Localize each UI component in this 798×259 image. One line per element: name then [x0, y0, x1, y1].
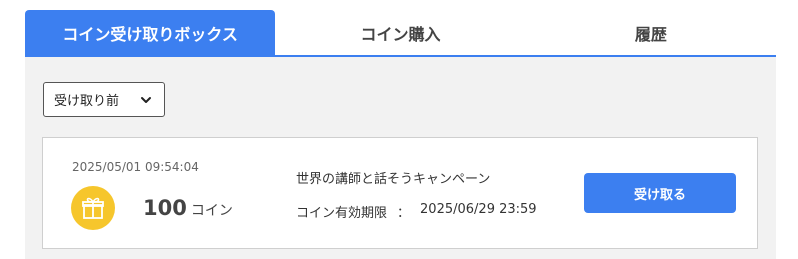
- gift-icon: [71, 186, 115, 230]
- expiry-separator: ：: [397, 206, 411, 221]
- chevron-down-icon: [141, 96, 151, 103]
- status-filter-select[interactable]: 受け取り前: [43, 82, 165, 117]
- status-filter-value: 受け取り前: [54, 94, 120, 109]
- tab-coin-receive-box[interactable]: コイン受け取りボックス: [25, 10, 276, 56]
- expiry-value: 2025/06/29 23:59: [420, 202, 537, 217]
- received-date: 2025/05/01 09:54:04: [72, 160, 199, 174]
- coin-amount-unit: コイン: [190, 203, 233, 219]
- campaign-name: 世界の講師と話そうキャンペーン: [296, 172, 491, 187]
- coin-card: 2025/05/01 09:54:04 100 コイン 世界の講師と話そうキャン…: [42, 137, 758, 249]
- tab-coin-purchase[interactable]: コイン購入: [275, 10, 525, 56]
- coin-amount: 100 コイン: [143, 196, 233, 220]
- coin-amount-value: 100: [143, 196, 187, 220]
- expiry-label: コイン有効期限: [296, 206, 388, 221]
- receive-button[interactable]: 受け取る: [584, 173, 736, 213]
- coin-box-panel: 受け取り前 2025/05/01 09:54:04 100 コイン 世界の講師と…: [25, 57, 776, 259]
- tab-bar: コイン受け取りボックス コイン購入 履歴: [25, 10, 776, 56]
- tab-history[interactable]: 履歴: [526, 10, 776, 56]
- coin-expiry: コイン有効期限 ： 2025/06/29 23:59: [296, 202, 537, 221]
